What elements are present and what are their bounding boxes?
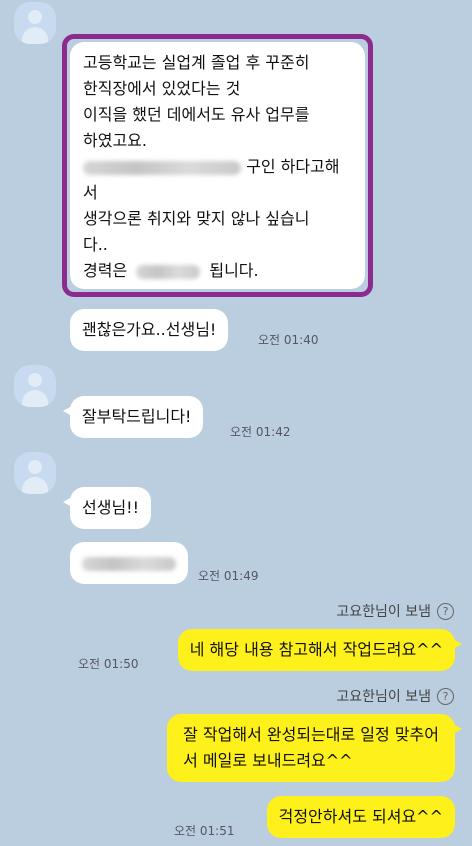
message-text: 선생님!! xyxy=(82,498,139,517)
sent-by-label: 고요한님이 보냄 xyxy=(336,604,431,620)
sent-by-status: 고요한님이 보냄 ? xyxy=(336,686,454,706)
sent-by-label: 고요한님이 보냄 xyxy=(336,689,431,705)
message-text: 잘부탁드립니다! xyxy=(82,407,192,426)
profile-avatar[interactable] xyxy=(14,452,56,494)
redacted-text xyxy=(82,556,176,571)
message-line: 서 xyxy=(83,183,98,202)
message-line: 이직을 했던 데에서도 유사 업무를 xyxy=(83,105,310,124)
message-line: 경력은 됩니다. xyxy=(83,258,352,284)
message-time: 오전 01:40 xyxy=(258,333,319,347)
message-bubble[interactable]: 잘부탁드립니다! xyxy=(62,396,204,438)
profile-avatar[interactable] xyxy=(14,365,56,407)
message-text: 괜찮은가요..선생님! xyxy=(82,320,217,339)
message-bubble-highlighted[interactable]: 고등학교는 실업계 졸업 후 꾸준히 한직장에서 있었다는 것 이직을 했던 데… xyxy=(70,42,365,289)
message-bubble-outgoing[interactable]: 잘 작업해서 완성되는대로 일정 맞추어 서 메일로 보내드려요^^ xyxy=(167,714,462,782)
sent-by-status: 고요한님이 보냄 ? xyxy=(336,601,454,621)
message-bubble[interactable]: 선생님!! xyxy=(63,487,151,529)
message-line: 한직장에서 있었다는 것 xyxy=(83,79,241,98)
message-line: 서 메일로 보내드려요^^ xyxy=(183,751,353,770)
message-bubble[interactable]: 괜찮은가요..선생님! xyxy=(70,309,229,351)
message-line-text: 구인 하다고해 xyxy=(246,157,340,176)
message-bubble-redacted[interactable] xyxy=(70,542,188,584)
message-time: 오전 01:42 xyxy=(230,425,291,439)
message-bubble-outgoing[interactable]: 걱정안하셔도 되셔요^^ xyxy=(266,796,455,838)
message-line: 고등학교는 실업계 졸업 후 꾸준히 xyxy=(83,53,310,72)
question-circle-icon[interactable]: ? xyxy=(437,687,454,705)
message-line: 구인 하다고해 xyxy=(83,154,352,180)
message-time: 오전 01:49 xyxy=(198,569,259,583)
question-circle-icon[interactable]: ? xyxy=(437,602,454,620)
message-line: 생각으론 취지와 맞지 않나 싶습니 xyxy=(83,209,310,228)
message-time: 오전 01:51 xyxy=(174,824,235,838)
redacted-text xyxy=(83,160,241,175)
profile-avatar[interactable] xyxy=(14,2,56,44)
message-line: 다.. xyxy=(83,235,108,254)
redacted-text xyxy=(136,264,201,279)
message-text: 걱정안하셔도 되셔요^^ xyxy=(278,807,443,826)
message-time: 오전 01:50 xyxy=(78,657,139,671)
message-line-text: 경력은 xyxy=(83,261,128,280)
message-text: 네 해당 내용 참고해서 작업드려요^^ xyxy=(189,640,443,659)
message-line: 하였고요. xyxy=(83,131,147,150)
message-bubble-outgoing[interactable]: 네 해당 내용 참고해서 작업드려요^^ xyxy=(177,629,463,671)
message-line-text: 됩니다. xyxy=(209,261,259,280)
message-line: 잘 작업해서 완성되는대로 일정 맞추어 xyxy=(183,725,439,744)
